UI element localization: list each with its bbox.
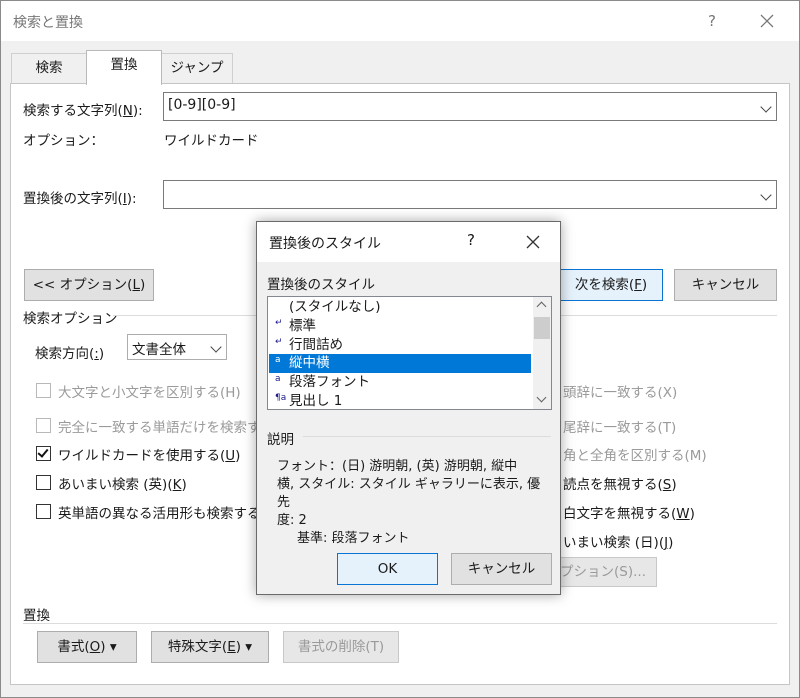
use-wildcards-checkbox[interactable] bbox=[36, 446, 51, 461]
sounds-like-jp-label: いまい検索 (日)(J) bbox=[563, 535, 674, 551]
replace-dropdown-button[interactable] bbox=[754, 181, 776, 208]
sounds-like-label: あいまい検索 (英)(K) bbox=[58, 477, 187, 493]
description-label: 説明 bbox=[267, 432, 294, 448]
list-item[interactable]: ¶a 見出し 1 bbox=[269, 392, 531, 409]
style-description: フォント：(日) 游明朝, (英) 游明朝, 縦中 横, スタイル: スタイル … bbox=[277, 458, 549, 548]
title-bar: 検索と置換 ? bbox=[1, 1, 799, 41]
divider bbox=[23, 623, 777, 624]
modal-help-button[interactable]: ? bbox=[467, 231, 475, 249]
description-line: 横, スタイル: スタイル ギャラリーに表示, 優先 bbox=[277, 477, 541, 510]
chevron-down-icon bbox=[760, 101, 772, 113]
find-next-button[interactable]: 次を検索(F) bbox=[559, 269, 663, 301]
list-item[interactable]: ↵ 標準 bbox=[269, 317, 531, 336]
scroll-down-button[interactable] bbox=[533, 392, 551, 409]
linked-style-icon: ¶a bbox=[275, 393, 287, 403]
replace-style-dialog: 置換後のスタイル ? 置換後のスタイル (スタイルなし) ↵ 標準 ↵ 行間詰め a… bbox=[256, 221, 561, 595]
match-prefix-label: 頭辞に一致する(X) bbox=[563, 385, 678, 401]
sounds-like-checkbox[interactable] bbox=[36, 475, 51, 490]
close-icon[interactable] bbox=[755, 9, 779, 33]
special-button[interactable]: 特殊文字(E) ▾ bbox=[151, 631, 269, 663]
search-direction-label: 検索方向(:) bbox=[35, 346, 105, 362]
paragraph-style-icon: ↵ bbox=[275, 337, 283, 347]
modal-title-bar: 置換後のスタイル ? bbox=[257, 222, 560, 262]
use-wildcards-label: ワイルドカードを使用する(U) bbox=[58, 448, 241, 464]
tab-goto[interactable]: ジャンプ bbox=[161, 53, 233, 83]
tab-find[interactable]: 検索 bbox=[11, 53, 87, 83]
search-direction-value: 文書全体 bbox=[132, 342, 186, 358]
style-listbox[interactable]: (スタイルなし) ↵ 標準 ↵ 行間詰め a 縦中横 a 段落フォント ¶a 見出し 1 bbox=[267, 296, 552, 410]
word-forms-label: 英単語の異なる活用形も検索する bbox=[58, 506, 261, 522]
chevron-down-icon bbox=[210, 341, 222, 353]
word-forms-checkbox[interactable] bbox=[36, 504, 51, 519]
cancel-button[interactable]: キャンセル bbox=[674, 269, 777, 301]
paragraph-style-icon: ↵ bbox=[275, 318, 283, 328]
scroll-thumb[interactable] bbox=[534, 317, 550, 339]
description-line: 度: 2 bbox=[277, 513, 307, 528]
list-scrollbar[interactable] bbox=[533, 297, 551, 409]
match-width-label: 角と全角を区別する(M) bbox=[563, 448, 707, 464]
list-item[interactable]: ↵ 行間詰め bbox=[269, 336, 531, 355]
character-style-icon: a bbox=[275, 355, 281, 365]
help-button[interactable]: ? bbox=[700, 9, 724, 33]
search-direction-select[interactable]: 文書全体 bbox=[127, 334, 227, 360]
ok-button[interactable]: OK bbox=[337, 553, 438, 585]
chevron-down-icon bbox=[536, 392, 547, 403]
style-list-label: 置換後のスタイル bbox=[267, 277, 375, 293]
replace-section-heading: 置換 bbox=[23, 608, 50, 624]
find-dropdown-button[interactable] bbox=[754, 93, 776, 120]
modal-title: 置換後のスタイル bbox=[269, 236, 381, 252]
description-line: フォント：(日) 游明朝, (英) 游明朝, 縦中 bbox=[277, 459, 518, 474]
options-label: オプション： bbox=[23, 133, 104, 149]
modal-cancel-button[interactable]: キャンセル bbox=[451, 553, 552, 585]
divider bbox=[303, 436, 551, 437]
options-value: ワイルドカード bbox=[164, 133, 259, 149]
ignore-space-label: 白文字を無視する(W) bbox=[563, 506, 695, 522]
scroll-up-button[interactable] bbox=[533, 297, 551, 314]
replace-input[interactable] bbox=[163, 180, 777, 209]
find-input[interactable]: [0-9][0-9] bbox=[163, 92, 777, 121]
chevron-down-icon bbox=[760, 189, 772, 201]
window-title: 検索と置換 bbox=[13, 15, 83, 31]
chevron-up-icon bbox=[536, 301, 547, 312]
match-case-label: 大文字と小文字を区別する(H) bbox=[58, 385, 241, 401]
check-icon bbox=[37, 446, 49, 458]
replace-label: 置換後の文字列(I): bbox=[23, 191, 137, 207]
whole-word-checkbox[interactable] bbox=[36, 418, 51, 433]
character-style-icon: a bbox=[275, 374, 281, 384]
no-formatting-button[interactable]: 書式の削除(T) bbox=[283, 631, 399, 663]
less-options-button[interactable]: << オプション(L) bbox=[24, 269, 154, 301]
format-button[interactable]: 書式(O) ▾ bbox=[37, 631, 137, 663]
match-case-checkbox[interactable] bbox=[36, 383, 51, 398]
list-item[interactable]: a 段落フォント bbox=[269, 373, 531, 392]
close-icon[interactable] bbox=[521, 230, 545, 254]
tab-replace[interactable]: 置換 bbox=[86, 50, 162, 85]
find-label: 検索する文字列(N): bbox=[23, 103, 143, 119]
whole-word-label: 完全に一致する単語だけを検索す bbox=[58, 420, 261, 436]
find-value: [0-9][0-9] bbox=[168, 97, 236, 113]
match-suffix-label: 尾辞に一致する(T) bbox=[563, 420, 677, 436]
description-line: 基準: 段落フォント bbox=[297, 531, 410, 546]
list-item-selected[interactable]: a 縦中横 bbox=[269, 354, 531, 373]
search-options-heading: 検索オプション bbox=[23, 311, 118, 327]
list-item[interactable]: (スタイルなし) bbox=[269, 298, 531, 317]
ignore-punct-label: 読点を無視する(S) bbox=[563, 477, 677, 493]
